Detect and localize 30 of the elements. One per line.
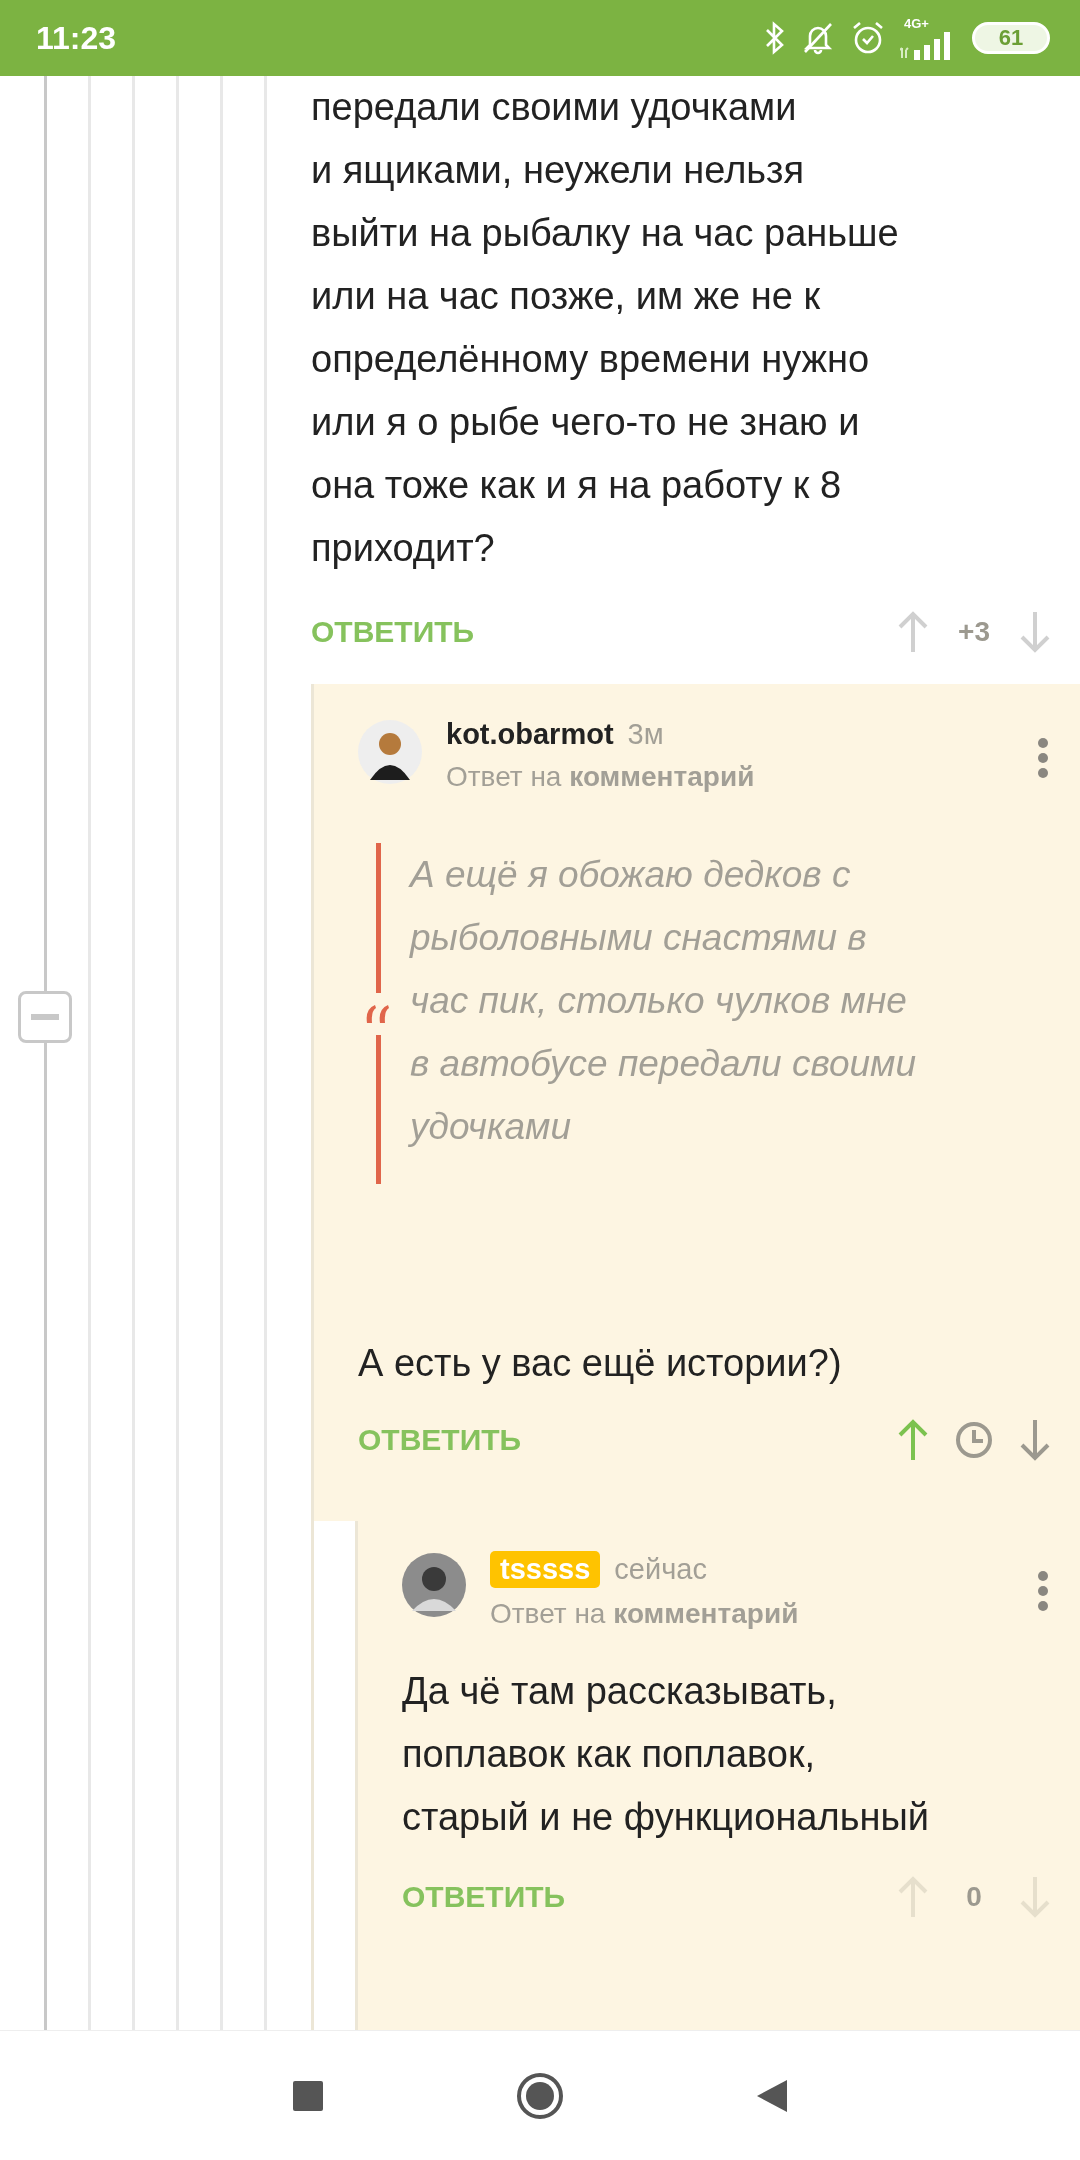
reply-to-text[interactable]: Ответ на комментарий — [446, 761, 1036, 793]
downvote-icon[interactable] — [1018, 1418, 1052, 1462]
status-time: 11:23 — [36, 19, 117, 57]
home-icon[interactable] — [515, 2071, 565, 2121]
reply-link[interactable]: ОТВЕТИТЬ — [358, 1423, 522, 1457]
battery-indicator: 61 — [972, 22, 1050, 54]
comment-time: сейчас — [614, 1553, 707, 1586]
back-icon[interactable] — [755, 2078, 789, 2114]
avatar[interactable] — [402, 1553, 466, 1617]
comment-text: Да чё там рассказывать, поплавок как поплавок, старый и не функциональный — [402, 1669, 930, 1840]
avatar[interactable] — [358, 720, 422, 784]
author-name[interactable]: tsssss — [490, 1551, 601, 1588]
quote-text: А ещё я обожаю дедков с рыболовными снастями в час пик, столько чулков мне в автобусе передали своими удочками — [410, 853, 917, 1149]
comment-text: передали своими удочками и ящиками, неужели нельзя выйти на рыбалку на час раньше или на час позже, им же не к определённому времени нужно или я о рыбе чего-то не знаю и она тоже как и я на работу к 8 приходит? — [311, 85, 900, 571]
rating: 0 — [965, 1881, 983, 1913]
comment-time: 3м — [627, 718, 664, 751]
recent-apps-icon[interactable] — [291, 2079, 325, 2113]
more-icon[interactable] — [1036, 736, 1050, 780]
rating: +3 — [957, 616, 991, 648]
reply-to-text[interactable]: Ответ на комментарий — [490, 1598, 1036, 1630]
reply-link[interactable]: ОТВЕТИТЬ — [311, 615, 475, 649]
clock-icon — [954, 1420, 994, 1460]
reply-link[interactable]: ОТВЕТИТЬ — [402, 1880, 566, 1914]
more-icon[interactable] — [1036, 1569, 1050, 1613]
upvote-icon[interactable] — [896, 1418, 930, 1462]
network-label: 4G+ — [904, 16, 929, 30]
bluetooth-icon — [764, 21, 786, 55]
collapse-button[interactable] — [18, 991, 72, 1043]
comment-text: А есть у вас ещё истории?) — [358, 1341, 843, 1386]
author-name[interactable]: kot.obarmot — [446, 718, 614, 751]
